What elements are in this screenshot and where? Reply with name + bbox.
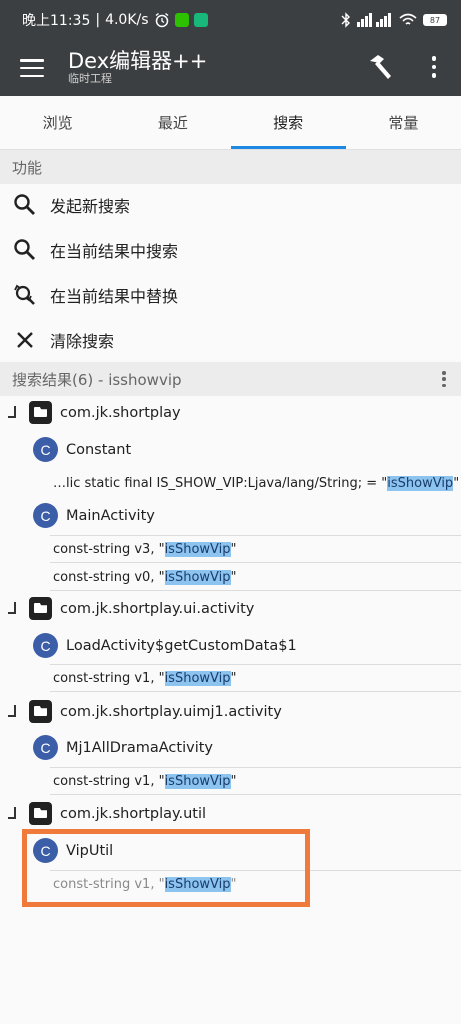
- search-result-row[interactable]: const-string v1, "isShowVip": [0, 767, 461, 795]
- folder-icon: [29, 401, 52, 424]
- tab-search[interactable]: 搜索: [230, 96, 347, 149]
- wifi-icon: [399, 13, 417, 25]
- wechat-icon: [174, 13, 189, 27]
- tab-recent[interactable]: 最近: [115, 96, 230, 149]
- status-bar: 晚上11:35 | 4.0K/s 87: [0, 0, 461, 40]
- class-name: MainActivity: [66, 508, 155, 524]
- class-name: LoadActivity$getCustomData$1: [66, 638, 297, 654]
- folder-icon: [29, 597, 52, 620]
- app-bar: Dex编辑器++ 临时工程: [0, 40, 461, 96]
- class-badge-icon: C: [33, 633, 58, 658]
- package-row[interactable]: com.jk.shortplay: [0, 396, 461, 430]
- class-badge-icon: C: [33, 437, 58, 462]
- search-in-results-label: 在当前结果中搜索: [50, 241, 179, 261]
- search-result-text: const-string v0, "isShowVip": [53, 569, 237, 585]
- collapse-arrow-icon[interactable]: [8, 602, 16, 614]
- package-row[interactable]: com.jk.shortplay.ui.activity: [0, 592, 461, 626]
- functions-header-label: 功能: [12, 158, 43, 177]
- match-highlight: isShowVip: [387, 475, 454, 491]
- class-row[interactable]: C LoadActivity$getCustomData$1: [0, 629, 461, 663]
- results-options-icon[interactable]: [441, 371, 447, 387]
- results-header-label: 搜索结果(6) - isshowvip: [12, 370, 182, 389]
- search-result-row[interactable]: …lic static final IS_SHOW_VIP:Ljava/lang…: [0, 469, 461, 497]
- search-in-results-action[interactable]: 在当前结果中搜索: [0, 227, 461, 272]
- replace-in-results-label: 在当前结果中替换: [50, 286, 179, 306]
- status-divider: |: [95, 12, 101, 28]
- package-name: com.jk.shortplay.ui.activity: [60, 601, 255, 617]
- class-row[interactable]: C MainActivity: [0, 499, 461, 533]
- functions-header: 功能: [0, 150, 461, 184]
- new-search-label: 发起新搜索: [50, 196, 131, 216]
- package-name: com.jk.shortplay.uimj1.activity: [60, 704, 282, 720]
- collapse-arrow-icon[interactable]: [8, 406, 16, 418]
- search-result-row[interactable]: const-string v0, "isShowVip": [0, 563, 461, 591]
- class-badge-icon: C: [33, 735, 58, 760]
- class-row[interactable]: C Constant: [0, 433, 461, 467]
- class-badge-icon: C: [33, 503, 58, 528]
- tab-constants[interactable]: 常量: [346, 96, 461, 149]
- replace-icon: [14, 284, 35, 305]
- notification-app-icon: [193, 13, 208, 27]
- clear-search-label: 清除搜索: [50, 331, 115, 351]
- collapse-arrow-icon[interactable]: [8, 705, 16, 717]
- match-highlight: isShowVip: [164, 773, 231, 789]
- status-time: 晚上11:35: [22, 13, 91, 29]
- search-icon: [14, 193, 35, 215]
- search-result-text: const-string v1, "isShowVip": [53, 773, 237, 789]
- class-name: Constant: [66, 442, 132, 458]
- folder-icon: [29, 700, 52, 723]
- new-search-action[interactable]: 发起新搜索: [0, 182, 461, 227]
- match-highlight: isShowVip: [164, 670, 231, 686]
- close-icon: [17, 331, 33, 348]
- search-result-text: const-string v1, "isShowVip": [53, 670, 237, 686]
- alarm-icon: [155, 12, 168, 28]
- tab-browse[interactable]: 浏览: [0, 96, 115, 149]
- class-name: Mj1AllDramaActivity: [66, 740, 213, 756]
- signal-icon: [357, 13, 391, 27]
- network-speed: 4.0K/s: [105, 12, 149, 28]
- match-highlight: isShowVip: [164, 541, 231, 557]
- search-result-text: const-string v3, "isShowVip": [53, 541, 237, 557]
- more-options-icon[interactable]: [422, 54, 446, 80]
- search-icon: [14, 238, 35, 260]
- class-row[interactable]: C Mj1AllDramaActivity: [0, 731, 461, 765]
- annotation-highlight-box: [22, 829, 310, 907]
- folder-icon: [29, 802, 52, 825]
- match-highlight: isShowVip: [164, 569, 231, 585]
- package-name: com.jk.shortplay: [60, 405, 181, 421]
- menu-icon[interactable]: [20, 56, 44, 80]
- search-result-text: …lic static final IS_SHOW_VIP:Ljava/lang…: [53, 475, 460, 491]
- hammer-icon[interactable]: [365, 52, 395, 82]
- package-row[interactable]: com.jk.shortplay.util: [0, 797, 461, 831]
- package-name: com.jk.shortplay.util: [60, 806, 207, 822]
- replace-in-results-action[interactable]: 在当前结果中替换: [0, 272, 461, 317]
- battery-icon: 87: [423, 14, 447, 26]
- results-header: 搜索结果(6) - isshowvip: [0, 362, 461, 396]
- bluetooth-icon: [341, 12, 350, 28]
- search-result-row[interactable]: const-string v1, "isShowVip": [0, 664, 461, 692]
- collapse-arrow-icon[interactable]: [8, 807, 16, 819]
- package-row[interactable]: com.jk.shortplay.uimj1.activity: [0, 695, 461, 729]
- search-result-row[interactable]: const-string v3, "isShowVip": [0, 535, 461, 563]
- app-subtitle: 临时工程: [68, 72, 112, 85]
- clear-search-action[interactable]: 清除搜索: [0, 317, 461, 362]
- tab-bar: 浏览 最近 搜索 常量: [0, 96, 461, 150]
